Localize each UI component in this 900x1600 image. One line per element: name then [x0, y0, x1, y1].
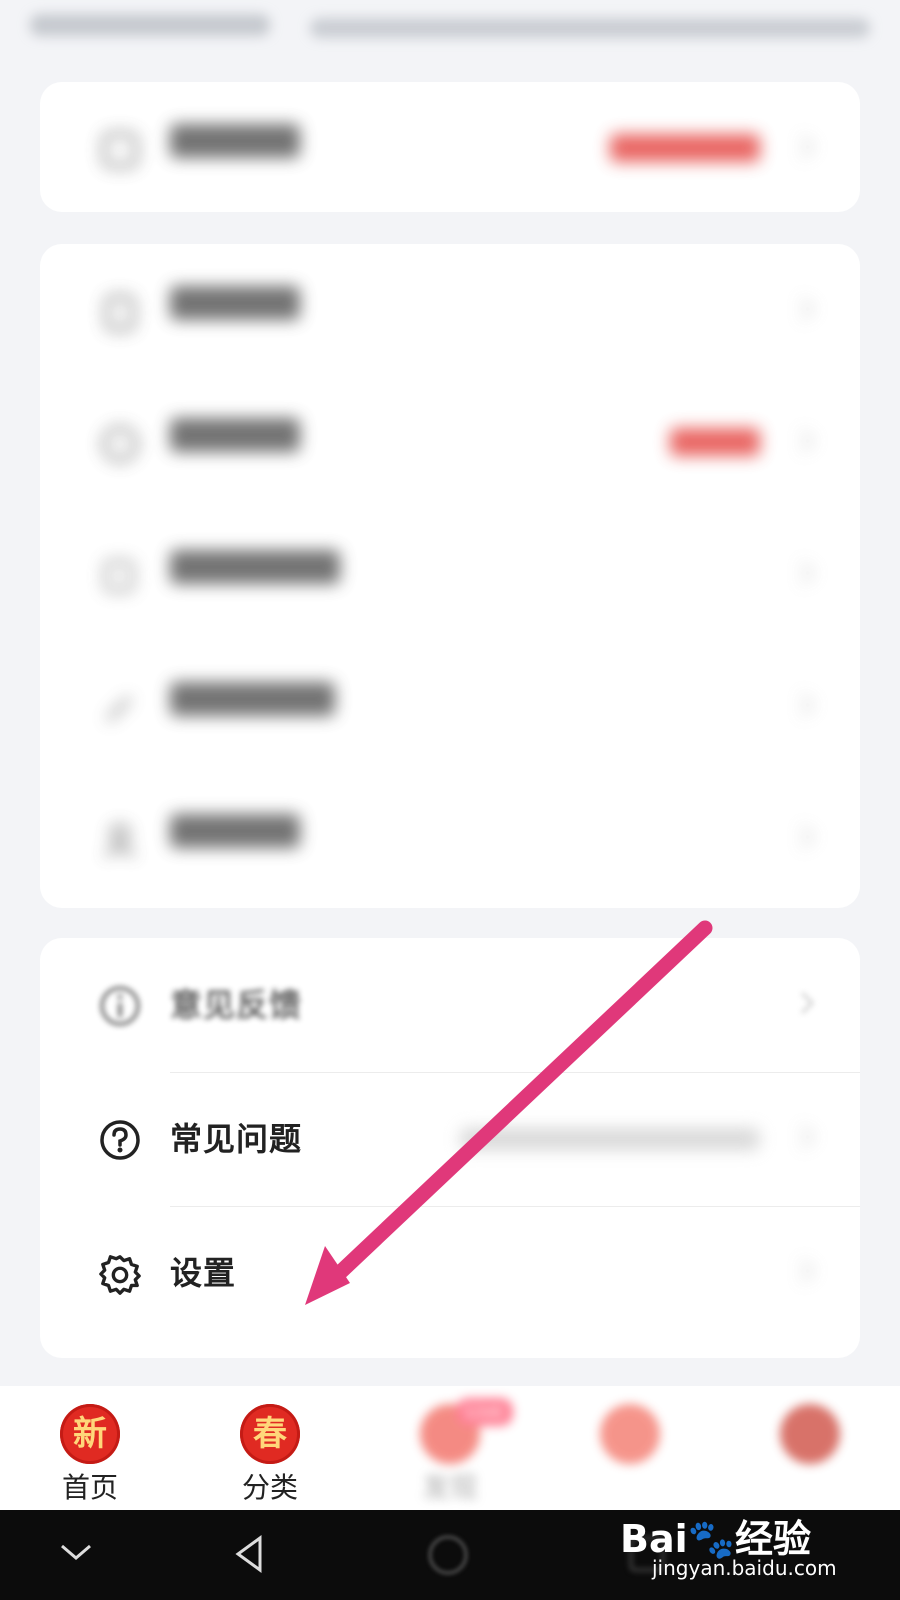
chevron-down-icon[interactable] — [56, 1532, 96, 1572]
menu-row[interactable] — [40, 376, 860, 510]
live-badge: Live — [456, 1398, 513, 1426]
question-icon — [98, 1118, 142, 1162]
tab-category[interactable]: 春 分类 — [210, 1404, 330, 1506]
chevron-right-icon — [800, 1125, 815, 1149]
paw-icon: 🐾 — [687, 1517, 735, 1561]
menu-row-label: 常见问题 — [170, 1120, 303, 1158]
menu-row-hint — [460, 1128, 760, 1150]
list-icon — [98, 128, 142, 172]
watermark-url: jingyan.baidu.com — [652, 1556, 837, 1580]
menu-row-badge — [670, 428, 760, 456]
menu-row[interactable] — [40, 772, 860, 906]
menu-row-settings[interactable]: 设置 — [40, 1206, 860, 1340]
tab-4[interactable] — [570, 1404, 690, 1466]
chevron-right-icon — [800, 135, 815, 159]
watermark-brand-prefix: Bai — [620, 1517, 688, 1561]
chevron-right-icon — [800, 825, 815, 849]
home-tab-icon: 新 — [60, 1404, 120, 1464]
clipboard-icon — [98, 290, 142, 334]
pencil-icon — [98, 686, 142, 730]
status-left — [30, 14, 270, 36]
chevron-right-icon — [800, 991, 815, 1015]
info-icon — [98, 984, 142, 1028]
menu-row[interactable] — [40, 640, 860, 774]
tab-label: 首页 — [61, 1471, 118, 1504]
menu-row[interactable] — [40, 244, 860, 378]
status-right — [310, 18, 870, 38]
menu-row-label — [170, 682, 335, 716]
tab-label: 分类 — [241, 1471, 298, 1504]
menu-row-label — [170, 814, 300, 848]
chevron-right-icon — [800, 693, 815, 717]
menu-row-label: 设置 — [170, 1254, 237, 1292]
chevron-right-icon — [800, 561, 815, 585]
menu-row[interactable] — [40, 82, 860, 216]
bottom-tab-bar: 新 首页 春 分类 Live 发现 — [0, 1386, 900, 1510]
tab-icon — [600, 1404, 660, 1464]
gear-icon — [98, 1252, 142, 1296]
category-tab-icon: 春 — [240, 1404, 300, 1464]
menu-card-2 — [40, 244, 860, 908]
menu-row-label — [170, 124, 300, 158]
tab-discover[interactable]: Live 发现 — [390, 1398, 513, 1506]
menu-row[interactable] — [40, 508, 860, 642]
user-icon — [98, 818, 142, 862]
status-bar — [0, 0, 900, 60]
menu-row-feedback[interactable]: 意见反馈 — [40, 938, 860, 1072]
menu-card-3: 意见反馈 常见问题 设置 — [40, 938, 860, 1358]
menu-row-badge — [610, 134, 760, 162]
chevron-right-icon — [800, 297, 815, 321]
tab-5[interactable] — [750, 1404, 870, 1466]
chevron-right-icon — [800, 1259, 815, 1283]
home-icon[interactable] — [425, 1532, 471, 1578]
baidu-jingyan-watermark: Bai🐾经验 jingyan.baidu.com — [620, 1500, 880, 1590]
watermark-brand-suffix: 经验 — [734, 1517, 811, 1561]
menu-row-label — [170, 286, 300, 320]
tab-home[interactable]: 新 首页 — [30, 1404, 150, 1506]
tab-label: 发现 — [421, 1471, 478, 1504]
back-icon[interactable] — [228, 1532, 272, 1576]
circle-icon — [98, 422, 142, 466]
watermark-brand: Bai🐾经验 — [620, 1508, 811, 1563]
menu-row-label — [170, 550, 340, 584]
edit-icon — [98, 554, 142, 598]
tab-icon — [780, 1404, 840, 1464]
menu-card-1 — [40, 82, 860, 212]
menu-row-label — [170, 418, 300, 452]
chevron-right-icon — [800, 429, 815, 453]
menu-row-label: 意见反馈 — [170, 986, 303, 1024]
menu-row-faq[interactable]: 常见问题 — [40, 1072, 860, 1206]
